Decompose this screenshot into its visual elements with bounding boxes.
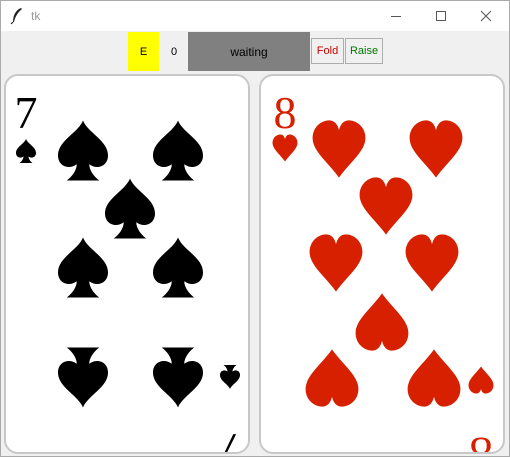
heart-icon (305, 349, 359, 407)
status-label: waiting (188, 32, 310, 71)
chip-count: 0 (170, 45, 178, 58)
card-face: 8 8 (272, 87, 494, 454)
heart-icon (312, 120, 366, 178)
card-eight-of-hearts[interactable]: 8 8 (259, 74, 505, 454)
heart-icon (355, 293, 409, 351)
spade-icon (58, 120, 108, 181)
maximize-icon (436, 11, 446, 21)
rank-bottom-right: 7 (219, 424, 242, 454)
heart-icon (407, 349, 461, 407)
minimize-button[interactable] (373, 1, 419, 31)
title-bar: tk (1, 1, 509, 31)
close-icon (480, 10, 492, 22)
spade-icon (153, 120, 203, 181)
app-window: tk E 0 waiting Fold Raise 7 7 8 8 (0, 0, 510, 457)
window-title: tk (31, 9, 41, 23)
heart-icon (405, 234, 459, 292)
raise-button[interactable]: Raise (345, 38, 383, 64)
spade-icon (105, 178, 155, 239)
rank-top-left: 8 (274, 87, 297, 138)
spade-icon (16, 139, 36, 163)
close-button[interactable] (463, 1, 509, 31)
player-indicator: E (128, 32, 159, 71)
rank-bottom-right: 8 (470, 428, 493, 454)
heart-icon (409, 120, 463, 178)
heart-icon (309, 234, 363, 292)
spade-icon (153, 237, 203, 298)
card-seven-of-spades[interactable]: 7 7 (4, 74, 250, 454)
game-toolbar: E 0 waiting Fold Raise (1, 31, 509, 73)
spade-icon (220, 365, 240, 389)
heart-icon (359, 177, 413, 235)
heart-icon (272, 134, 298, 162)
spade-icon (58, 237, 108, 298)
minimize-icon (391, 16, 401, 17)
spade-icon (153, 347, 203, 408)
fold-button[interactable]: Fold (311, 38, 344, 64)
rank-top-left: 7 (15, 87, 38, 138)
heart-icon (468, 366, 494, 394)
card-face: 7 7 (15, 87, 242, 454)
feather-icon (10, 8, 22, 25)
maximize-button[interactable] (418, 1, 464, 31)
spade-icon (58, 347, 108, 408)
